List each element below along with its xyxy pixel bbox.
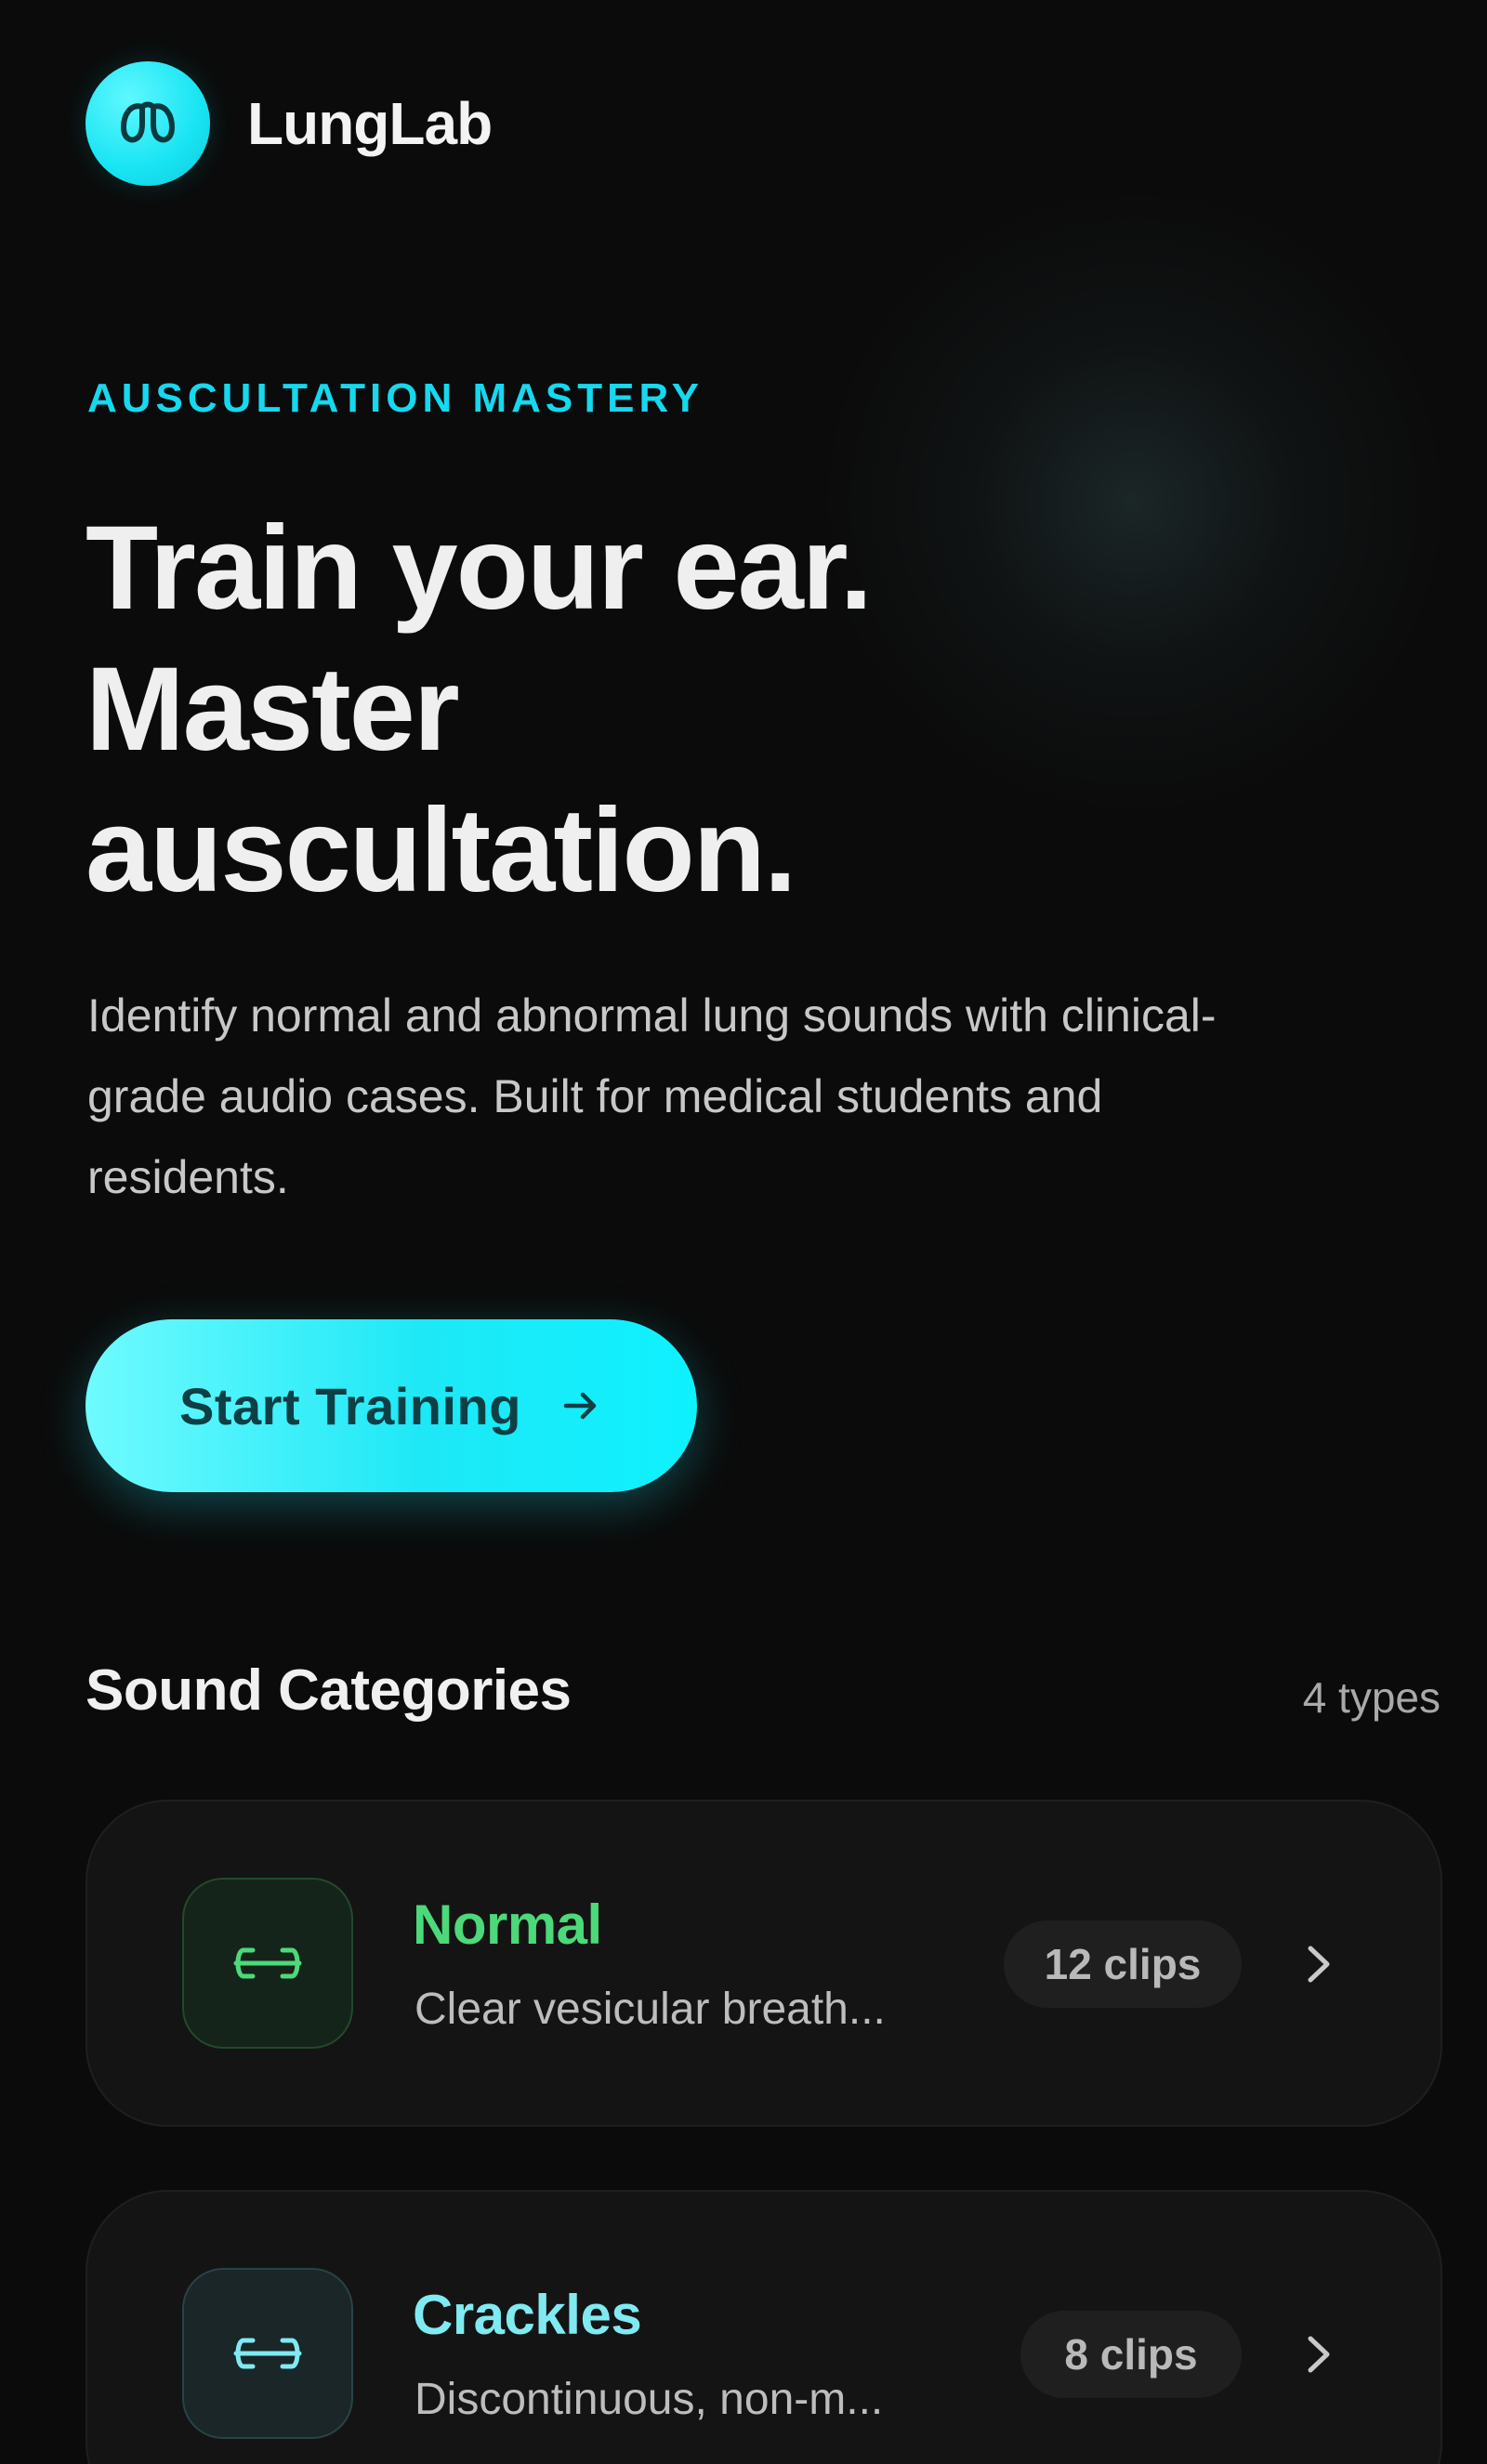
lungs-icon-glyph — [121, 101, 175, 143]
lungs-icon[interactable] — [86, 61, 210, 186]
hero-headline: Train your ear. Master auscultation. — [86, 498, 1108, 922]
start-training-button[interactable]: Start Training — [86, 1319, 697, 1492]
category-name: Crackles — [413, 2284, 642, 2346]
clips-badge: 12 clips — [1004, 1920, 1242, 2008]
hero-subtitle: Identify normal and abnormal lung sounds… — [87, 990, 1217, 1203]
clips-badge: 8 clips — [1020, 2311, 1242, 2398]
chevron-right-icon[interactable] — [1296, 2331, 1342, 2378]
arrow-right-icon — [563, 1392, 597, 1420]
section-title: Sound Categories — [86, 1658, 572, 1723]
headline-line: Master — [86, 643, 460, 776]
landing-page: LungLab AUSCULTATION MASTERY Train your … — [0, 0, 1487, 2464]
start-training-label: Start Training — [179, 1376, 521, 1435]
category-icon-box — [182, 2268, 353, 2439]
headline-line: Train your ear. — [86, 502, 873, 635]
chevron-right-glyph — [1308, 1946, 1330, 1983]
category-card-crackles[interactable]: Crackles Discontinuous, non-m... 8 clips — [86, 2190, 1442, 2464]
category-name: Normal — [413, 1894, 602, 1956]
headline-line: auscultation. — [86, 784, 796, 917]
category-description: Clear vesicular breath... — [415, 1985, 886, 2034]
app-header: LungLab — [86, 61, 493, 186]
hero-eyebrow: AUSCULTATION MASTERY — [87, 375, 704, 421]
category-card-normal[interactable]: Normal Clear vesicular breath... 12 clip… — [86, 1800, 1442, 2127]
brand-name[interactable]: LungLab — [247, 89, 493, 158]
category-description: Discontinuous, non-m... — [415, 2375, 884, 2424]
chevron-right-glyph — [1308, 2336, 1330, 2373]
wave-icon — [233, 1947, 302, 1979]
category-icon-box — [182, 1878, 353, 2049]
chevron-right-icon[interactable] — [1296, 1941, 1342, 1987]
wave-icon — [233, 2338, 302, 2369]
category-count: 4 types — [1302, 1673, 1441, 1722]
